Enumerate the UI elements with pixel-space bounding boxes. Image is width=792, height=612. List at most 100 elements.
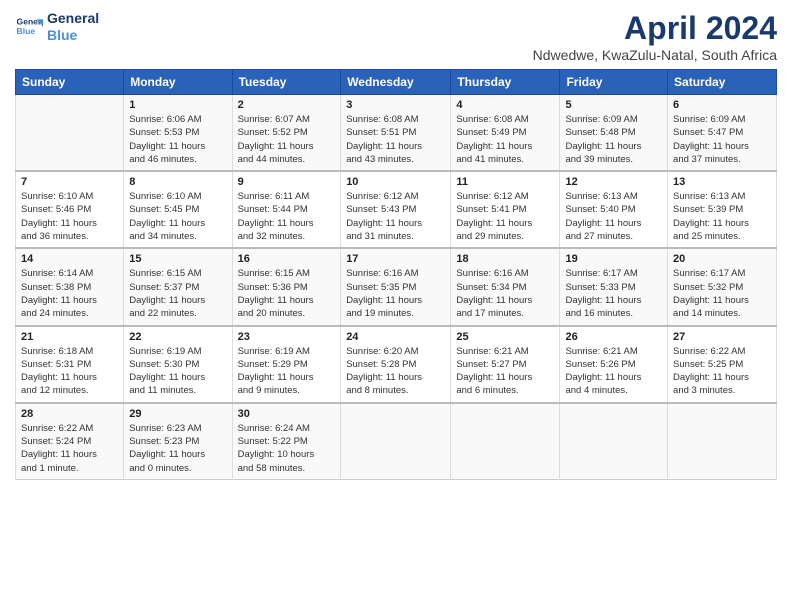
main-title: April 2024 [533, 10, 777, 47]
cell-info-text: Sunrise: 6:21 AM Sunset: 5:27 PM Dayligh… [456, 345, 554, 398]
header-day-sunday: Sunday [16, 70, 124, 95]
calendar-cell: 19 Sunrise: 6:17 AM Sunset: 5:33 PM Dayli… [560, 248, 668, 325]
cell-date-number: 28 [21, 408, 118, 420]
calendar-cell: 30 Sunrise: 6:24 AM Sunset: 5:22 PM Dayli… [232, 403, 341, 480]
cell-info-text: Sunrise: 6:06 AM Sunset: 5:53 PM Dayligh… [129, 113, 226, 166]
cell-info-text: Sunrise: 6:08 AM Sunset: 5:51 PM Dayligh… [346, 113, 445, 166]
cell-date-number: 3 [346, 99, 445, 111]
cell-date-number: 16 [238, 253, 336, 265]
cell-info-text: Sunrise: 6:09 AM Sunset: 5:48 PM Dayligh… [565, 113, 662, 166]
header-day-wednesday: Wednesday [341, 70, 451, 95]
cell-date-number: 13 [673, 176, 771, 188]
calendar-week-row: 1 Sunrise: 6:06 AM Sunset: 5:53 PM Daylig… [16, 95, 777, 172]
calendar-cell [560, 403, 668, 480]
cell-info-text: Sunrise: 6:12 AM Sunset: 5:41 PM Dayligh… [456, 190, 554, 243]
cell-info-text: Sunrise: 6:10 AM Sunset: 5:46 PM Dayligh… [21, 190, 118, 243]
cell-info-text: Sunrise: 6:08 AM Sunset: 5:49 PM Dayligh… [456, 113, 554, 166]
cell-date-number: 30 [238, 408, 336, 420]
calendar-cell [668, 403, 777, 480]
cell-date-number: 23 [238, 331, 336, 343]
cell-date-number: 20 [673, 253, 771, 265]
calendar-cell: 28 Sunrise: 6:22 AM Sunset: 5:24 PM Dayli… [16, 403, 124, 480]
calendar-cell: 16 Sunrise: 6:15 AM Sunset: 5:36 PM Dayli… [232, 248, 341, 325]
cell-info-text: Sunrise: 6:22 AM Sunset: 5:25 PM Dayligh… [673, 345, 771, 398]
cell-info-text: Sunrise: 6:20 AM Sunset: 5:28 PM Dayligh… [346, 345, 445, 398]
cell-date-number: 14 [21, 253, 118, 265]
calendar-cell: 3 Sunrise: 6:08 AM Sunset: 5:51 PM Daylig… [341, 95, 451, 172]
calendar-cell: 4Sunrise: 6:08 AM Sunset: 5:49 PM Daylig… [451, 95, 560, 172]
calendar-cell: 1 Sunrise: 6:06 AM Sunset: 5:53 PM Daylig… [124, 95, 232, 172]
cell-date-number: 29 [129, 408, 226, 420]
calendar-cell: 26Sunrise: 6:21 AM Sunset: 5:26 PM Dayli… [560, 326, 668, 403]
cell-info-text: Sunrise: 6:11 AM Sunset: 5:44 PM Dayligh… [238, 190, 336, 243]
cell-date-number: 15 [129, 253, 226, 265]
calendar-cell: 18 Sunrise: 6:16 AM Sunset: 5:34 PM Dayli… [451, 248, 560, 325]
calendar-cell: 8 Sunrise: 6:10 AM Sunset: 5:45 PM Daylig… [124, 171, 232, 248]
calendar-header-row: SundayMondayTuesdayWednesdayThursdayFrid… [16, 70, 777, 95]
calendar-cell: 20 Sunrise: 6:17 AM Sunset: 5:32 PM Dayli… [668, 248, 777, 325]
cell-info-text: Sunrise: 6:16 AM Sunset: 5:35 PM Dayligh… [346, 267, 445, 320]
cell-date-number: 26 [565, 331, 662, 343]
cell-date-number: 27 [673, 331, 771, 343]
calendar-cell: 27 Sunrise: 6:22 AM Sunset: 5:25 PM Dayli… [668, 326, 777, 403]
cell-date-number: 17 [346, 253, 445, 265]
cell-info-text: Sunrise: 6:19 AM Sunset: 5:29 PM Dayligh… [238, 345, 336, 398]
calendar-cell [451, 403, 560, 480]
calendar-cell: 14 Sunrise: 6:14 AM Sunset: 5:38 PM Dayli… [16, 248, 124, 325]
cell-date-number: 24 [346, 331, 445, 343]
header: General Blue General Blue April 2024 Ndw… [15, 10, 777, 63]
cell-date-number: 19 [565, 253, 662, 265]
calendar-cell: 12Sunrise: 6:13 AM Sunset: 5:40 PM Dayli… [560, 171, 668, 248]
cell-info-text: Sunrise: 6:12 AM Sunset: 5:43 PM Dayligh… [346, 190, 445, 243]
cell-info-text: Sunrise: 6:15 AM Sunset: 5:36 PM Dayligh… [238, 267, 336, 320]
calendar-cell: 10 Sunrise: 6:12 AM Sunset: 5:43 PM Dayli… [341, 171, 451, 248]
calendar-cell [341, 403, 451, 480]
cell-info-text: Sunrise: 6:07 AM Sunset: 5:52 PM Dayligh… [238, 113, 336, 166]
cell-info-text: Sunrise: 6:17 AM Sunset: 5:33 PM Dayligh… [565, 267, 662, 320]
calendar-cell: 21 Sunrise: 6:18 AM Sunset: 5:31 PM Dayli… [16, 326, 124, 403]
cell-date-number: 18 [456, 253, 554, 265]
cell-info-text: Sunrise: 6:17 AM Sunset: 5:32 PM Dayligh… [673, 267, 771, 320]
calendar-cell: 15Sunrise: 6:15 AM Sunset: 5:37 PM Dayli… [124, 248, 232, 325]
calendar-week-row: 28 Sunrise: 6:22 AM Sunset: 5:24 PM Dayli… [16, 403, 777, 480]
calendar-table: SundayMondayTuesdayWednesdayThursdayFrid… [15, 69, 777, 480]
cell-date-number: 25 [456, 331, 554, 343]
cell-info-text: Sunrise: 6:14 AM Sunset: 5:38 PM Dayligh… [21, 267, 118, 320]
calendar-cell: 5 Sunrise: 6:09 AM Sunset: 5:48 PM Daylig… [560, 95, 668, 172]
cell-info-text: Sunrise: 6:19 AM Sunset: 5:30 PM Dayligh… [129, 345, 226, 398]
calendar-week-row: 7 Sunrise: 6:10 AM Sunset: 5:46 PM Daylig… [16, 171, 777, 248]
cell-date-number: 21 [21, 331, 118, 343]
calendar-cell: 9 Sunrise: 6:11 AM Sunset: 5:44 PM Daylig… [232, 171, 341, 248]
calendar-week-row: 14 Sunrise: 6:14 AM Sunset: 5:38 PM Dayli… [16, 248, 777, 325]
cell-info-text: Sunrise: 6:18 AM Sunset: 5:31 PM Dayligh… [21, 345, 118, 398]
calendar-cell: 2Sunrise: 6:07 AM Sunset: 5:52 PM Daylig… [232, 95, 341, 172]
calendar-cell: 22 Sunrise: 6:19 AM Sunset: 5:30 PM Dayli… [124, 326, 232, 403]
cell-date-number: 10 [346, 176, 445, 188]
calendar-cell: 7 Sunrise: 6:10 AM Sunset: 5:46 PM Daylig… [16, 171, 124, 248]
header-day-tuesday: Tuesday [232, 70, 341, 95]
cell-info-text: Sunrise: 6:23 AM Sunset: 5:23 PM Dayligh… [129, 422, 226, 475]
cell-date-number: 22 [129, 331, 226, 343]
svg-text:Blue: Blue [17, 26, 36, 36]
page: General Blue General Blue April 2024 Ndw… [0, 0, 792, 612]
cell-info-text: Sunrise: 6:16 AM Sunset: 5:34 PM Dayligh… [456, 267, 554, 320]
subtitle: Ndwedwe, KwaZulu-Natal, South Africa [533, 47, 777, 63]
cell-date-number: 5 [565, 99, 662, 111]
cell-info-text: Sunrise: 6:24 AM Sunset: 5:22 PM Dayligh… [238, 422, 336, 475]
cell-info-text: Sunrise: 6:22 AM Sunset: 5:24 PM Dayligh… [21, 422, 118, 475]
logo: General Blue General Blue [15, 10, 99, 44]
calendar-cell: 13Sunrise: 6:13 AM Sunset: 5:39 PM Dayli… [668, 171, 777, 248]
logo-blue: Blue [47, 27, 99, 44]
cell-date-number: 11 [456, 176, 554, 188]
cell-date-number: 8 [129, 176, 226, 188]
cell-date-number: 7 [21, 176, 118, 188]
header-day-monday: Monday [124, 70, 232, 95]
logo-general: General [47, 10, 99, 27]
calendar-cell: 24 Sunrise: 6:20 AM Sunset: 5:28 PM Dayli… [341, 326, 451, 403]
calendar-week-row: 21 Sunrise: 6:18 AM Sunset: 5:31 PM Dayli… [16, 326, 777, 403]
cell-info-text: Sunrise: 6:10 AM Sunset: 5:45 PM Dayligh… [129, 190, 226, 243]
cell-date-number: 9 [238, 176, 336, 188]
cell-date-number: 12 [565, 176, 662, 188]
cell-date-number: 1 [129, 99, 226, 111]
calendar-cell [16, 95, 124, 172]
